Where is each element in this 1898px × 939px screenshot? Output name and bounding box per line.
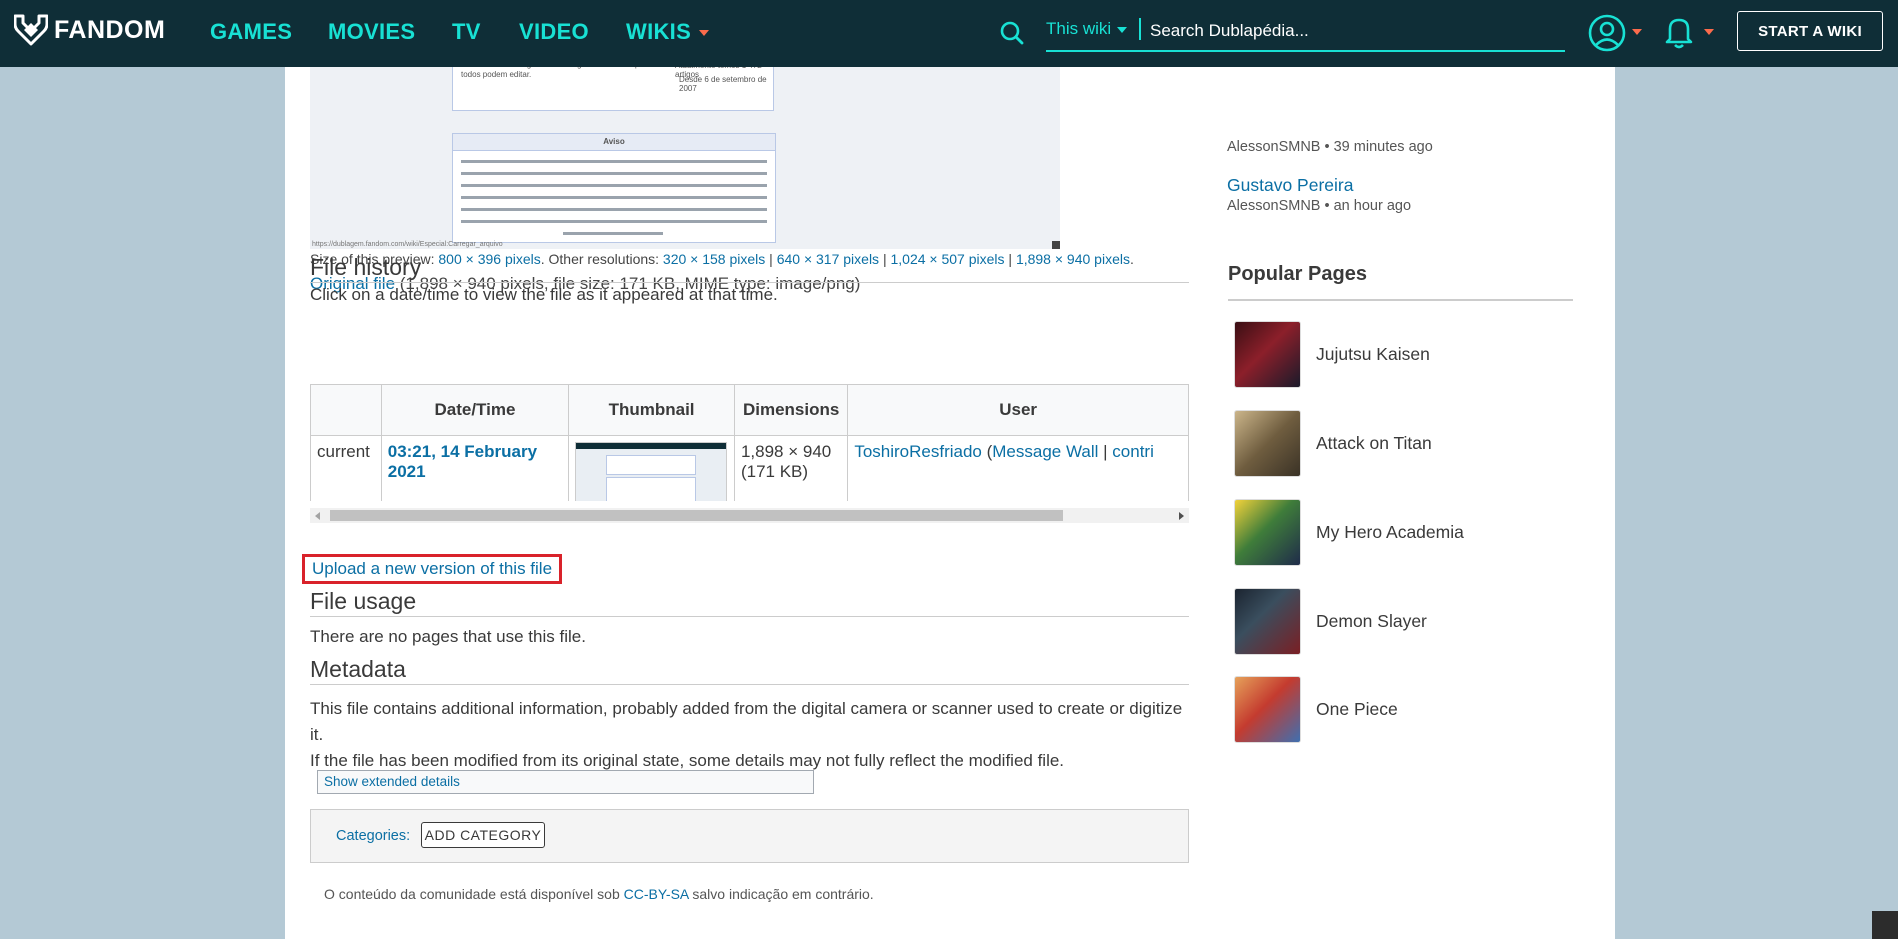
col-status: [310, 384, 382, 436]
col-thumbnail: Thumbnail: [568, 384, 735, 436]
row-datetime-cell: 03:21, 14 February 2021: [380, 435, 570, 501]
activity-meta-1: AlessonSMNB • 39 minutes ago: [1227, 139, 1433, 155]
file-usage-heading: File usage: [310, 588, 1189, 617]
message-wall-link[interactable]: Message Wall: [992, 442, 1098, 461]
search-underline: [1046, 50, 1565, 52]
col-dimensions: Dimensions: [733, 384, 849, 436]
file-history-intro: Click on a date/time to view the file as…: [310, 285, 778, 304]
popular-page-item[interactable]: Jujutsu Kaisen: [1234, 321, 1430, 388]
window-corner: [1872, 911, 1898, 939]
popular-page-item[interactable]: One Piece: [1234, 676, 1398, 743]
search-icon[interactable]: [999, 20, 1025, 51]
popular-page-label: One Piece: [1316, 699, 1398, 719]
scroll-left-icon[interactable]: [315, 512, 320, 520]
search-scope-dropdown[interactable]: This wiki: [1046, 19, 1128, 39]
row-dimensions-cell: 1,898 × 940 (171 KB): [733, 435, 849, 501]
nav-games[interactable]: GAMES: [210, 19, 292, 45]
row-thumbnail-cell: [568, 435, 735, 501]
search-separator: [1139, 18, 1141, 40]
nav-video[interactable]: VIDEO: [519, 19, 589, 45]
popular-page-thumbnail: [1234, 676, 1301, 743]
popular-page-label: Jujutsu Kaisen: [1316, 344, 1430, 364]
start-a-wiki-button[interactable]: START A WIKI: [1737, 11, 1883, 51]
global-navigation: FANDOM GAMES MOVIES TV VIDEO WIKIS This …: [0, 0, 1898, 67]
popular-page-item[interactable]: Attack on Titan: [1234, 410, 1432, 477]
file-preview-image[interactable]: A wiki sobre Dublagem em Português Brasi…: [310, 67, 1060, 249]
nav-movies[interactable]: MOVIES: [328, 19, 415, 45]
popular-page-thumbnail: [1234, 410, 1301, 477]
preview-info-card: A wiki sobre Dublagem em Português Brasi…: [452, 67, 774, 111]
user-link[interactable]: ToshiroResfriado: [854, 442, 982, 461]
activity-meta-2: AlessonSMNB • an hour ago: [1227, 198, 1412, 214]
notifications-bell-icon[interactable]: [1664, 15, 1694, 54]
brand-name: FANDOM: [54, 15, 166, 44]
row-status: current: [310, 435, 382, 501]
scrollbar-thumb[interactable]: [330, 510, 1063, 521]
row-dimensions: 1,898 × 940: [740, 442, 832, 461]
chevron-down-icon: [699, 30, 710, 37]
table-header-row: Date/Time Thumbnail Dimensions User: [310, 384, 1189, 436]
categories-label-text: Categories: [336, 828, 407, 844]
user-avatar-icon[interactable]: [1588, 14, 1626, 57]
popular-page-label: My Hero Academia: [1316, 522, 1464, 542]
preview-small-text: A wiki sobre Dublagem em Português Brasi…: [461, 67, 646, 79]
col-user: User: [847, 384, 1189, 436]
license-suffix: salvo indicação em contrário.: [688, 886, 874, 902]
contribs-link[interactable]: contri: [1112, 442, 1154, 461]
file-history-table-wrapper: Date/Time Thumbnail Dimensions User curr…: [310, 384, 1189, 501]
popular-page-thumbnail: [1234, 321, 1301, 388]
activity-title-2[interactable]: Gustavo Pereira: [1227, 175, 1353, 196]
row-size: (171 KB): [740, 462, 809, 481]
categories-label[interactable]: Categories:: [336, 828, 410, 844]
chevron-down-icon: [1117, 26, 1128, 33]
nav-tv[interactable]: TV: [452, 19, 481, 45]
preview-url: https://dublagem.fandom.com/wiki/Especia…: [312, 241, 503, 248]
popular-pages-title: Popular Pages: [1228, 263, 1367, 285]
preview-aviso-title: Aviso: [603, 137, 625, 146]
upload-new-version-link[interactable]: Upload a new version of this file: [302, 554, 563, 584]
show-extended-details-link[interactable]: Show extended details: [317, 770, 814, 794]
cc-by-sa-link[interactable]: CC-BY-SA: [624, 886, 689, 902]
metadata-text-1: This file contains additional informatio…: [310, 699, 1183, 744]
popular-page-item[interactable]: Demon Slayer: [1234, 588, 1427, 655]
page-content: A wiki sobre Dublagem em Português Brasi…: [285, 67, 1615, 939]
search-scope-label: This wiki: [1046, 19, 1112, 38]
add-category-button[interactable]: ADD CATEGORY: [421, 822, 545, 848]
popular-page-label: Attack on Titan: [1316, 433, 1432, 453]
nav-wikis[interactable]: WIKIS: [626, 19, 710, 45]
history-thumbnail[interactable]: [575, 442, 728, 501]
datetime-link[interactable]: 03:21, 14 February 2021: [388, 442, 537, 481]
file-usage-text: There are no pages that use this file.: [310, 627, 586, 646]
license-prefix: O conteúdo da comunidade está disponível…: [324, 886, 624, 902]
fandom-logo[interactable]: FANDOM: [14, 13, 165, 47]
table-row: current 03:21, 14 February 2021 1,898 × …: [310, 435, 1189, 501]
chevron-down-icon[interactable]: [1632, 29, 1642, 35]
file-history-table: Date/Time Thumbnail Dimensions User curr…: [310, 384, 1189, 501]
preview-since-text: Desde 6 de setembro de 2007: [679, 75, 767, 93]
horizontal-scrollbar[interactable]: [310, 508, 1189, 523]
row-user-cell: ToshiroResfriado (Message Wall | contri: [847, 435, 1189, 501]
preview-aviso-card: Aviso: [452, 133, 776, 243]
metadata-heading: Metadata: [310, 656, 1189, 685]
search-input[interactable]: [1148, 15, 1562, 47]
nav-wikis-label: WIKIS: [626, 19, 692, 44]
preview-corner: [1052, 241, 1060, 249]
col-datetime: Date/Time: [380, 384, 570, 436]
fandom-heart-icon: [14, 14, 48, 46]
scroll-right-icon[interactable]: [1179, 512, 1184, 520]
popular-page-thumbnail: [1234, 588, 1301, 655]
categories-box: Categories: ADD CATEGORY: [310, 809, 1189, 863]
popular-page-item[interactable]: My Hero Academia: [1234, 499, 1464, 566]
chevron-down-icon[interactable]: [1704, 29, 1714, 35]
popular-page-label: Demon Slayer: [1316, 611, 1427, 631]
file-history-heading: File history: [310, 254, 1189, 283]
license-text: O conteúdo da comunidade está disponível…: [324, 886, 874, 902]
popular-pages-divider: [1228, 299, 1573, 301]
popular-page-thumbnail: [1234, 499, 1301, 566]
